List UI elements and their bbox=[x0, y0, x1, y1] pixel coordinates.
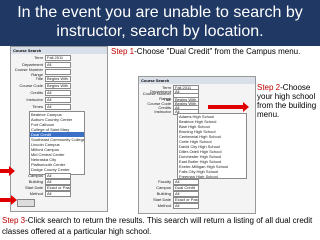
form-row: Building All bbox=[141, 190, 199, 197]
campus-listbox[interactable]: Beatrice Campus Auburn Country Center Fort… bbox=[29, 111, 85, 175]
field-label: Start Date bbox=[24, 185, 43, 190]
form-row: Campus Dual Credit bbox=[141, 184, 199, 191]
field-select[interactable]: Fall 2011 bbox=[45, 54, 71, 61]
building-arrow bbox=[208, 102, 249, 112]
form-row: Campus All bbox=[13, 172, 71, 179]
field-select[interactable]: All bbox=[45, 89, 71, 96]
field-select[interactable]: Begins With bbox=[45, 82, 71, 89]
step-2-label: Step 2 bbox=[257, 83, 281, 92]
form-row: Course Number Range bbox=[13, 66, 71, 77]
course-search-panel-2: Course Search Term Fall 2011 Department All… bbox=[138, 76, 256, 214]
form-row: Faculty All bbox=[141, 178, 199, 185]
step-2-text: Step 2-Choose your high school from the … bbox=[257, 83, 319, 119]
field-label: Term bbox=[34, 55, 43, 60]
field-select[interactable]: All bbox=[173, 202, 199, 209]
form-row: Credits All bbox=[13, 89, 71, 96]
field-label: Method bbox=[29, 191, 43, 196]
field-label: Campus bbox=[156, 185, 171, 190]
field-select[interactable]: Begins With bbox=[45, 75, 71, 82]
form-row: Method All bbox=[141, 202, 199, 209]
field-label: Course Number Range bbox=[14, 66, 43, 77]
building-listbox[interactable]: Adams High School Beatrice High School Bla… bbox=[177, 113, 247, 179]
form-row: Title Begins With bbox=[13, 75, 71, 82]
search-button[interactable] bbox=[17, 199, 35, 207]
form-row: Method All bbox=[13, 190, 71, 197]
field-label: Method bbox=[157, 203, 171, 208]
panel-1-title: Course Search bbox=[11, 47, 107, 54]
form-row: Building All bbox=[13, 178, 71, 185]
panel-2-title: Course Search bbox=[139, 77, 255, 84]
form-row: Times All bbox=[13, 103, 71, 110]
field-select[interactable]: All bbox=[45, 96, 71, 103]
header-line-1: In the event you are unable to search by bbox=[17, 4, 303, 21]
field-label: Instructor bbox=[154, 109, 171, 114]
form-row: Start Date Exact or Past bbox=[141, 196, 199, 203]
field-label: Instructor bbox=[26, 97, 43, 102]
field-label: Course Code bbox=[19, 83, 43, 88]
header-line-2: instructor, search by location. bbox=[56, 23, 264, 40]
form-row: Instructor All bbox=[13, 96, 71, 103]
form-row: Start Date Exact or Past bbox=[13, 184, 71, 191]
field-select[interactable]: All bbox=[45, 190, 71, 197]
course-search-panel-1: Course Search Term Fall 2011 Department All… bbox=[10, 46, 108, 212]
list-option[interactable]: Dodge County Center bbox=[30, 167, 84, 172]
step-3-text: Step 3-Click search to return the result… bbox=[2, 215, 318, 237]
search-arrow bbox=[0, 195, 17, 205]
field-select[interactable]: All bbox=[45, 103, 71, 110]
field-label: Building bbox=[28, 179, 43, 184]
step-3-body: -Click search to return the results. Thi… bbox=[2, 216, 313, 236]
step-1-body: -Choose "Dual Credit" from the Campus me… bbox=[134, 47, 301, 56]
form-row: Course Code Begins With bbox=[13, 82, 71, 89]
field-label: Start Date bbox=[152, 197, 171, 202]
step-1-label: Step 1 bbox=[111, 47, 135, 56]
field-label: Campus bbox=[28, 173, 43, 178]
step-1-text: Step 1-Choose "Dual Credit" from the Cam… bbox=[111, 47, 300, 56]
field-label: Faculty bbox=[158, 179, 171, 184]
step-3-label: Step 3 bbox=[2, 216, 26, 225]
field-select[interactable] bbox=[45, 68, 71, 75]
field-label: Building bbox=[156, 191, 171, 196]
campus-arrow bbox=[0, 166, 15, 176]
form-row: Term Fall 2011 bbox=[13, 54, 71, 61]
slide-header: In the event you are unable to search by… bbox=[0, 0, 320, 46]
field-label: Times bbox=[32, 104, 43, 109]
field-label: Credits bbox=[30, 90, 43, 95]
field-label: Title bbox=[35, 76, 43, 81]
field-select[interactable]: All bbox=[45, 61, 71, 68]
